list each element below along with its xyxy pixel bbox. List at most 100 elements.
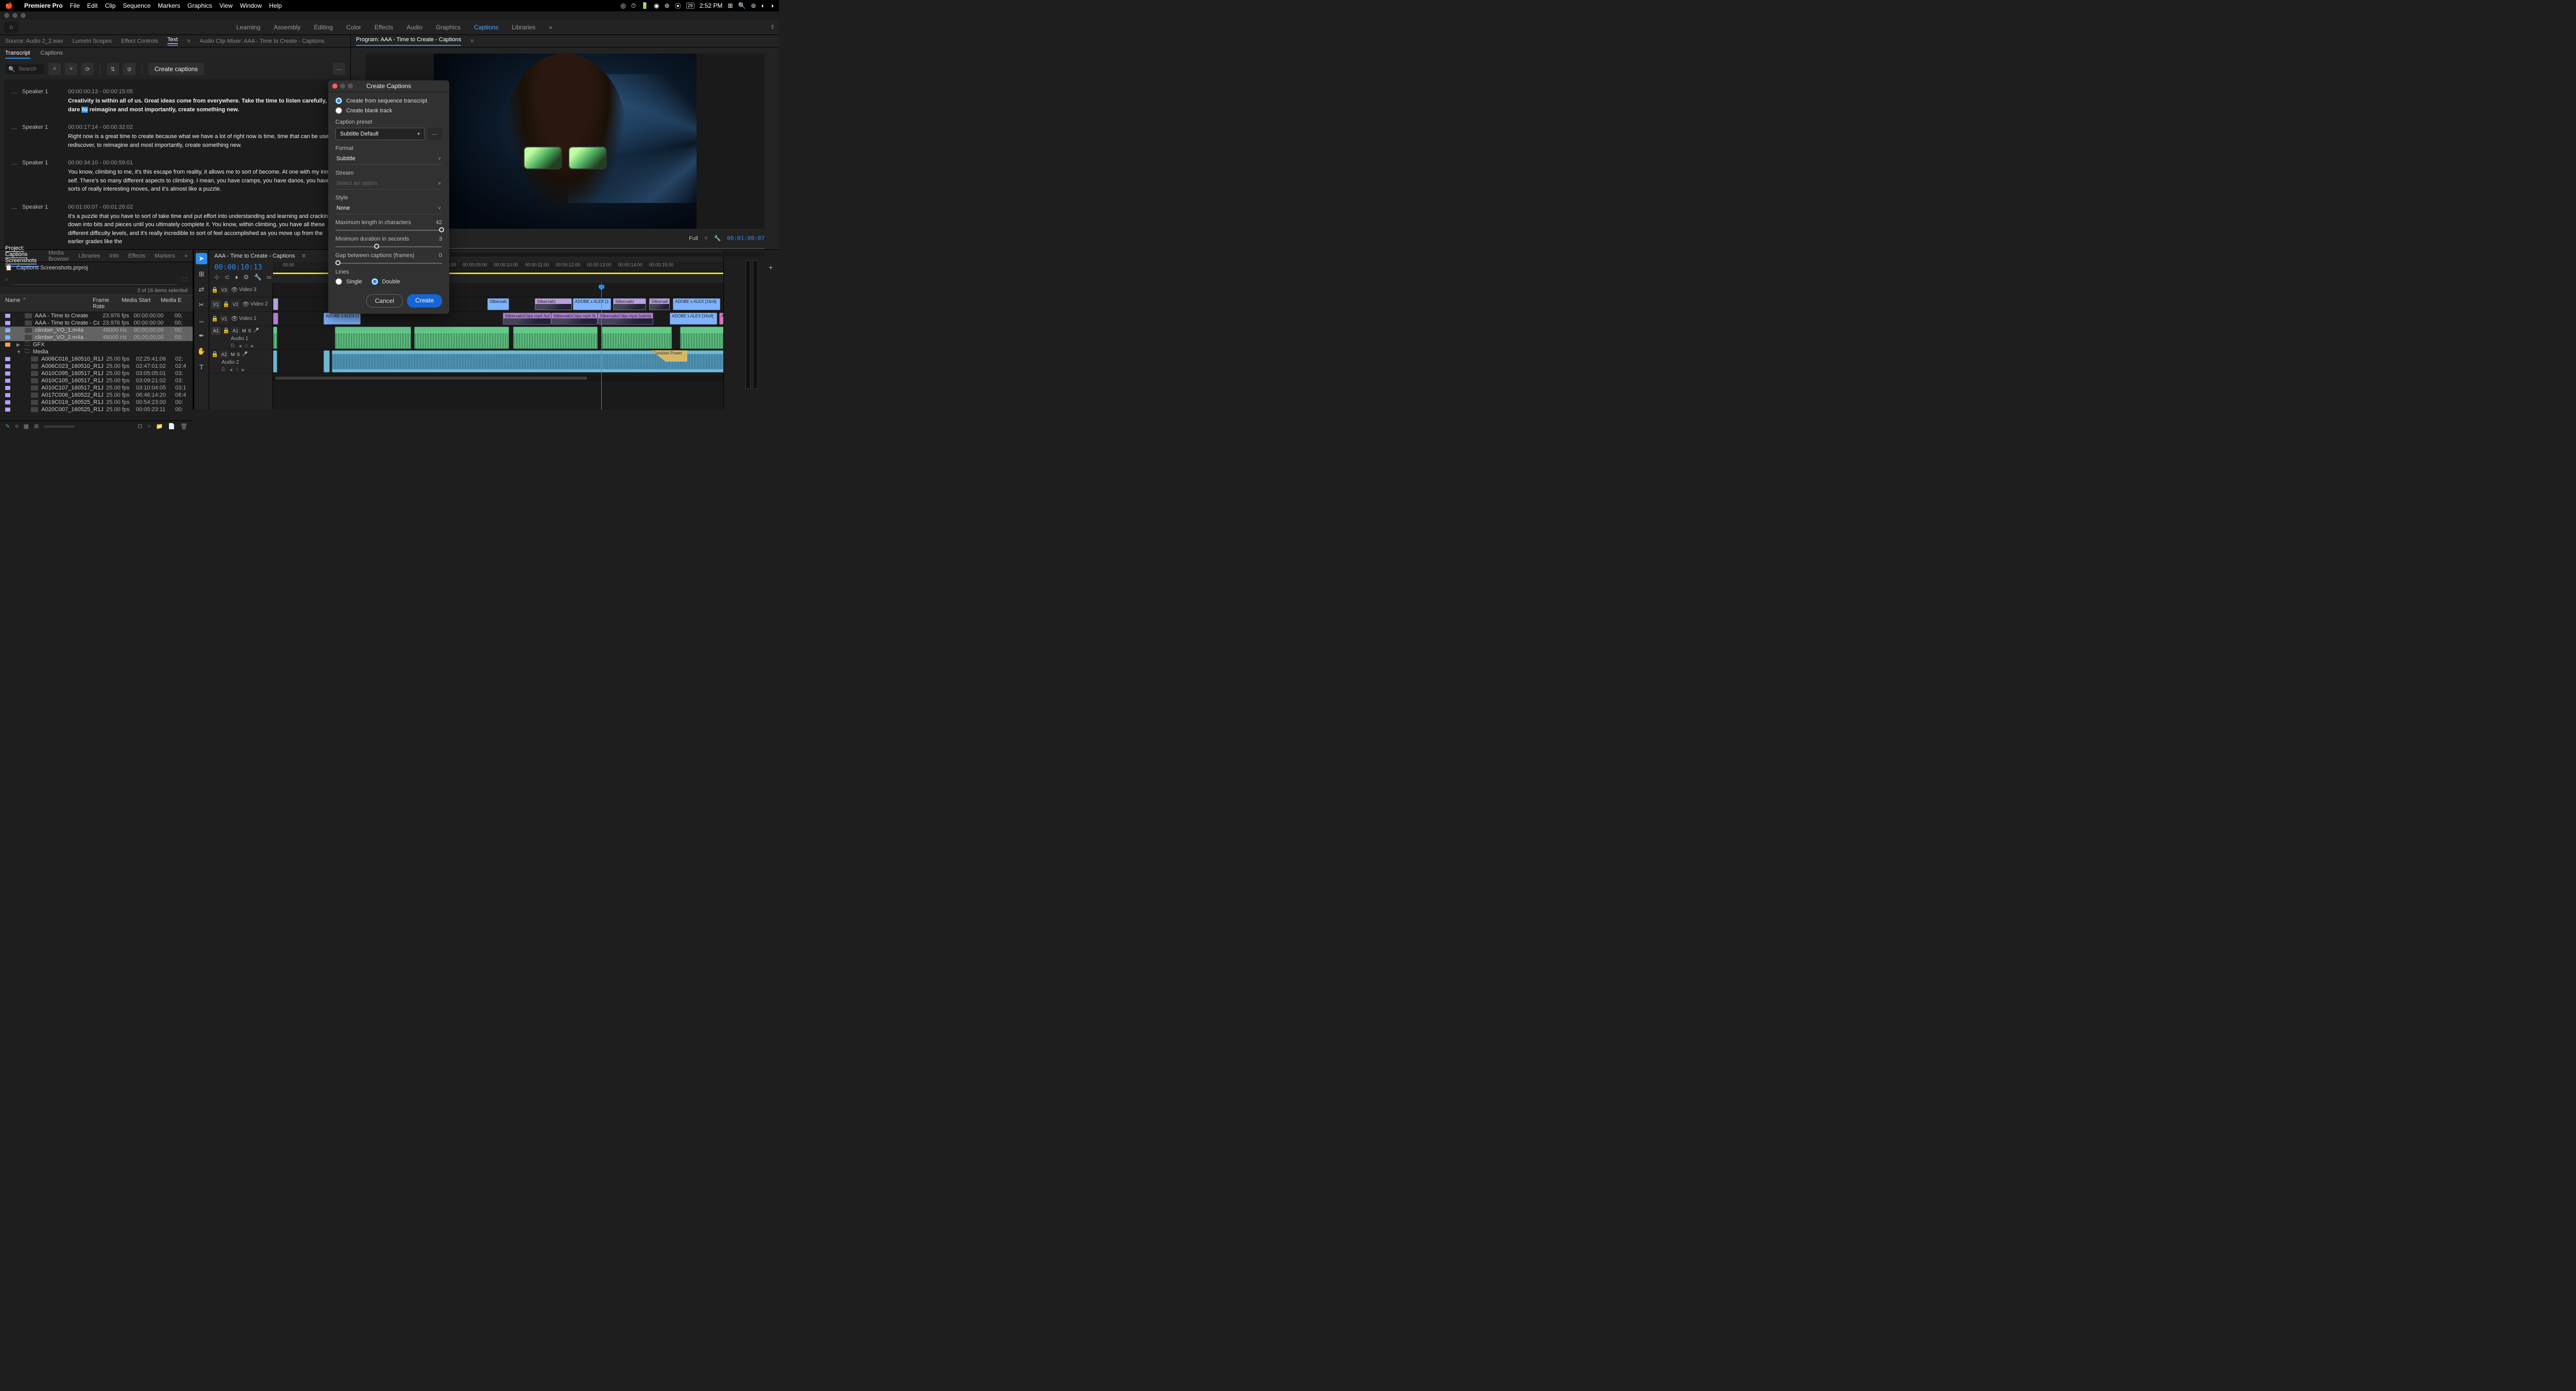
- razor-tool[interactable]: ✂: [196, 299, 207, 311]
- track-header-a2[interactable]: 🔒 A2 M S 🎤 Audio 2 0.◂○▸: [209, 350, 273, 374]
- workspace-color[interactable]: Color: [346, 24, 361, 31]
- source-patch-v1[interactable]: V1: [211, 300, 221, 309]
- caption-preset-select[interactable]: Subtitle Default ▾: [335, 128, 425, 140]
- refresh-button[interactable]: ⟳: [81, 63, 94, 75]
- tab-menu-icon[interactable]: ≡: [187, 38, 190, 44]
- add-button[interactable]: +: [769, 263, 773, 272]
- transcript-search[interactable]: 🔍: [5, 64, 44, 74]
- track-target-v1[interactable]: V1: [219, 315, 229, 323]
- solo-button[interactable]: S: [237, 352, 240, 357]
- radio-blank-track-label[interactable]: Create blank track: [346, 108, 392, 114]
- tab-source[interactable]: Source: Audio 2_2.wav: [5, 38, 63, 44]
- menu-sequence[interactable]: Sequence: [123, 2, 150, 9]
- fit-dropdown[interactable]: Full: [689, 235, 698, 242]
- track-select-tool[interactable]: ⊞: [196, 268, 207, 280]
- settings-icon[interactable]: 🔧: [714, 235, 721, 242]
- wrench-icon[interactable]: 🔧: [254, 274, 262, 281]
- workspace-captions[interactable]: Captions: [474, 24, 498, 31]
- project-item[interactable]: A019C019_160525_R1JC.mov25.00 fps00:54:2…: [0, 399, 193, 406]
- project-item[interactable]: A006C023_160510_R1JC.mov25.00 fps02:47:0…: [0, 363, 193, 370]
- track-a2[interactable]: Constant Power: [273, 350, 723, 374]
- radio-lines-single[interactable]: [335, 278, 342, 285]
- close-window-icon[interactable]: [4, 13, 9, 18]
- radio-blank-track[interactable]: [335, 107, 342, 114]
- voice-icon[interactable]: 🎤: [253, 328, 259, 333]
- slip-tool[interactable]: ↔: [196, 315, 207, 326]
- type-tool[interactable]: T: [196, 361, 207, 372]
- solo-button[interactable]: S: [248, 328, 251, 333]
- playhead[interactable]: [601, 283, 602, 410]
- gap-slider[interactable]: [335, 263, 442, 264]
- dialog-close-icon[interactable]: [332, 83, 337, 89]
- bin-icon[interactable]: 📋: [5, 264, 12, 271]
- next-result-button[interactable]: ˅: [65, 63, 77, 75]
- freeform-view-icon[interactable]: ⊞: [34, 423, 39, 430]
- radio-from-transcript-label[interactable]: Create from sequence transcript: [346, 98, 427, 104]
- search-input[interactable]: [19, 66, 39, 72]
- tab-menu-icon[interactable]: ≡: [470, 38, 473, 44]
- new-item-icon[interactable]: 📄: [168, 423, 175, 430]
- eye-icon[interactable]: 👁: [242, 301, 248, 308]
- track-target-a1[interactable]: A1: [231, 327, 240, 335]
- project-list[interactable]: AAA - Time to Create23.976 fps00:00:00:0…: [0, 312, 193, 420]
- row-menu-icon[interactable]: ⋯: [11, 90, 18, 96]
- status-icon[interactable]: ⦿: [675, 2, 681, 10]
- icon-view-icon[interactable]: ▦: [24, 423, 29, 430]
- format-select[interactable]: Subtitle ˅: [335, 154, 442, 165]
- tab-effects[interactable]: Effects: [128, 253, 145, 259]
- project-item[interactable]: A010C107_160517_R1JC.mov25.00 fps03:10:0…: [0, 384, 193, 392]
- project-item[interactable]: A010C105_160517_R1JC.mov25.00 fps03:09:2…: [0, 377, 193, 384]
- selection-tool[interactable]: ➤: [196, 253, 207, 264]
- fit-chevron-icon[interactable]: ˅: [704, 235, 707, 242]
- minimize-window-icon[interactable]: [12, 13, 18, 18]
- tab-menu-icon[interactable]: ≡: [302, 253, 306, 259]
- lock-icon[interactable]: 🔒: [211, 351, 217, 358]
- date-icon[interactable]: 29: [686, 3, 694, 9]
- hand-tool[interactable]: ✋: [196, 346, 207, 357]
- workspace-audio[interactable]: Audio: [406, 24, 422, 31]
- workspace-overflow-icon[interactable]: »: [549, 24, 552, 31]
- project-column-headers[interactable]: Name⌃ Frame Rate Media Start Media E: [0, 295, 193, 312]
- marker-icon[interactable]: ♦: [235, 274, 238, 281]
- auto-seq-icon[interactable]: ⊡: [138, 423, 142, 430]
- menu-clip[interactable]: Clip: [105, 2, 116, 9]
- track-header-v3[interactable]: 🔒 V3 👁 Video 3: [209, 283, 273, 297]
- menu-edit[interactable]: Edit: [87, 2, 98, 9]
- filter-button[interactable]: ⊘: [123, 63, 135, 75]
- zoom-slider[interactable]: [44, 426, 75, 428]
- tab-overflow-icon[interactable]: »: [184, 253, 188, 259]
- create-captions-button[interactable]: Create captions: [148, 63, 204, 75]
- clock[interactable]: 2:52 PM: [700, 2, 723, 9]
- program-tab[interactable]: Program: AAA - Time to Create - Captions: [356, 37, 461, 46]
- tab-markers[interactable]: Markers: [155, 253, 175, 259]
- find-icon[interactable]: ⌕: [147, 423, 150, 430]
- project-item[interactable]: ▼🗀Media: [0, 348, 193, 355]
- tab-text[interactable]: Text: [167, 37, 178, 46]
- link-icon[interactable]: ⊂: [225, 274, 230, 281]
- transcript-row[interactable]: ⋯Speaker 1 00:01:00:07 - 00:01:26:02 It'…: [11, 199, 339, 250]
- track-header-v2[interactable]: V1 🔒 V2 👁 Video 2: [209, 297, 273, 312]
- tab-media-browser[interactable]: Media Browser: [48, 250, 69, 262]
- project-item[interactable]: AAA - Time to Create - Captions23.976 fp…: [0, 319, 193, 327]
- transcript-row[interactable]: ⋯Speaker 1 00:00:17:14 - 00:00:32:02 Rig…: [11, 119, 339, 155]
- cancel-button[interactable]: Cancel: [366, 294, 403, 308]
- ripple-tool[interactable]: ⇄: [196, 284, 207, 295]
- subtab-captions[interactable]: Captions: [41, 50, 63, 59]
- share-icon[interactable]: ⇪: [770, 24, 775, 30]
- transcript-text[interactable]: You know, climbing to me, it's this esca…: [68, 168, 339, 194]
- create-button[interactable]: Create: [407, 294, 442, 308]
- battery-icon[interactable]: 🔋: [641, 2, 649, 9]
- status-icon[interactable]: ⊜: [751, 2, 756, 9]
- maxlen-slider[interactable]: [335, 230, 442, 231]
- menu-markers[interactable]: Markers: [158, 2, 180, 9]
- status-icon[interactable]: ◑: [770, 2, 774, 9]
- workspace-libraries[interactable]: Libraries: [512, 24, 535, 31]
- source-patch-a1[interactable]: A1: [211, 327, 221, 335]
- project-item[interactable]: climber_VO_1.m4a48000 Hz00;00;00;0000;: [0, 327, 193, 334]
- transcript-options-button[interactable]: ⋯: [333, 63, 345, 75]
- track-target-a2[interactable]: A2: [219, 350, 229, 359]
- transcript-text[interactable]: It's a puzzle that you have to sort of t…: [68, 212, 339, 246]
- sort-button[interactable]: ⇅: [107, 63, 119, 75]
- status-icon[interactable]: ⏱: [631, 2, 636, 10]
- maximize-window-icon[interactable]: [21, 13, 26, 18]
